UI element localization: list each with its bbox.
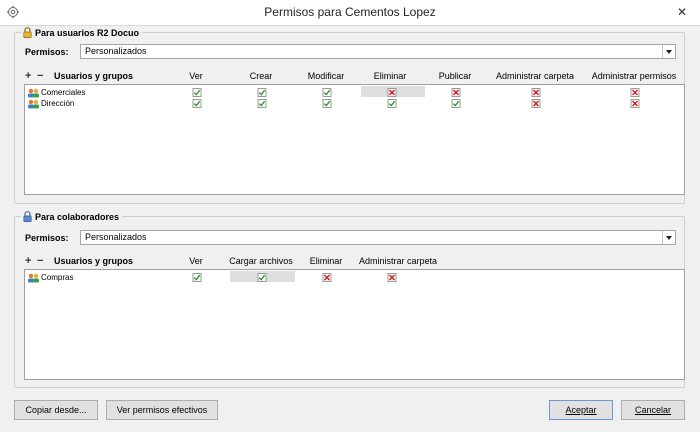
table-row[interactable]: Compras [25,272,684,283]
col-header-administrar-permisos: Administrar permisos [591,71,677,81]
section-usuarios-legend-text: Para usuarios R2 Docuo [35,27,140,38]
permission-checkbox-administrar-permisos[interactable] [630,88,640,97]
chevron-down-icon[interactable] [662,231,675,244]
permisos-select-1[interactable]: Personalizados [80,44,676,59]
add-user-button-2[interactable]: + [25,256,31,267]
row-name: Compras [41,273,74,282]
permission-checkbox-eliminar[interactable] [387,99,397,108]
permisos-label-2: Permisos: [25,233,69,243]
permisos-select-2-value: Personalizados [85,232,147,242]
title-bar: Permisos para Cementos Lopez ✕ [0,0,700,26]
row-name: Dirección [41,99,75,108]
permission-checkbox-ver[interactable] [192,99,202,108]
permission-checkbox-administrar-permisos[interactable] [630,99,640,108]
permission-checkbox-administrar-carpeta[interactable] [387,273,397,282]
permissions-header-2: + − Usuarios y grupos Ver Cargar archivo… [0,256,700,268]
col-header-ver: Ver [189,256,203,266]
remove-user-button-1[interactable]: − [37,71,43,82]
user-group-icon [28,88,39,98]
lock-icon [23,27,32,38]
permission-checkbox-eliminar[interactable] [387,88,397,97]
permission-checkbox-ver[interactable] [192,88,202,97]
permission-checkbox-administrar-carpeta[interactable] [531,99,541,108]
table-row[interactable]: Dirección [25,98,684,109]
section-colaboradores-legend-text: Para colaboradores [35,211,120,222]
col-header-cargar-archivos: Cargar archivos [229,256,293,266]
permission-checkbox-publicar[interactable] [451,99,461,108]
permission-checkbox-crear[interactable] [257,88,267,97]
user-group-icon [28,273,39,283]
col-header-administrar-carpeta: Administrar carpeta [358,256,438,266]
row-name: Comerciales [41,88,86,97]
permissions-list-2[interactable]: Compras [24,269,685,380]
users-groups-header-2: Usuarios y grupos [54,256,134,266]
view-effective-permissions-button[interactable]: Ver permisos efectivos [106,400,218,420]
col-header-eliminar: Eliminar [373,71,407,81]
permissions-list-1[interactable]: Comerciales Dirección [24,84,685,195]
col-header-eliminar: Eliminar [309,256,343,266]
col-header-crear: Crear [249,71,273,81]
add-user-button-1[interactable]: + [25,71,31,82]
permission-checkbox-modificar[interactable] [322,99,332,108]
lock-icon [23,211,32,222]
section-usuarios-legend: Para usuarios R2 Docuo [21,26,143,39]
permission-checkbox-modificar[interactable] [322,88,332,97]
permission-checkbox-eliminar[interactable] [322,273,332,282]
col-header-modificar: Modificar [307,71,345,81]
permission-checkbox-crear[interactable] [257,99,267,108]
window-title: Permisos para Cementos Lopez [264,5,436,19]
permisos-select-2[interactable]: Personalizados [80,230,676,245]
permission-checkbox-ver[interactable] [192,273,202,282]
close-icon[interactable]: ✕ [672,3,692,21]
cancel-button[interactable]: Cancelar [621,400,685,420]
col-header-publicar: Publicar [438,71,472,81]
col-header-administrar-carpeta: Administrar carpeta [495,71,575,81]
users-groups-header-1: Usuarios y grupos [54,71,134,81]
remove-user-button-2[interactable]: − [37,256,43,267]
section-colaboradores-legend: Para colaboradores [21,210,123,223]
chevron-down-icon[interactable] [662,45,675,58]
accept-button[interactable]: Aceptar [549,400,613,420]
table-row[interactable]: Comerciales [25,87,684,98]
permission-checkbox-publicar[interactable] [451,88,461,97]
col-header-ver: Ver [189,71,203,81]
permisos-label-1: Permisos: [25,47,69,57]
user-group-icon [28,99,39,109]
permisos-select-1-value: Personalizados [85,46,147,56]
permission-checkbox-cargar-archivos[interactable] [257,273,267,282]
permissions-header-1: + − Usuarios y grupos Ver Crear Modifica… [0,71,700,83]
copy-from-button[interactable]: Copiar desde... [14,400,98,420]
permission-checkbox-administrar-carpeta[interactable] [531,88,541,97]
